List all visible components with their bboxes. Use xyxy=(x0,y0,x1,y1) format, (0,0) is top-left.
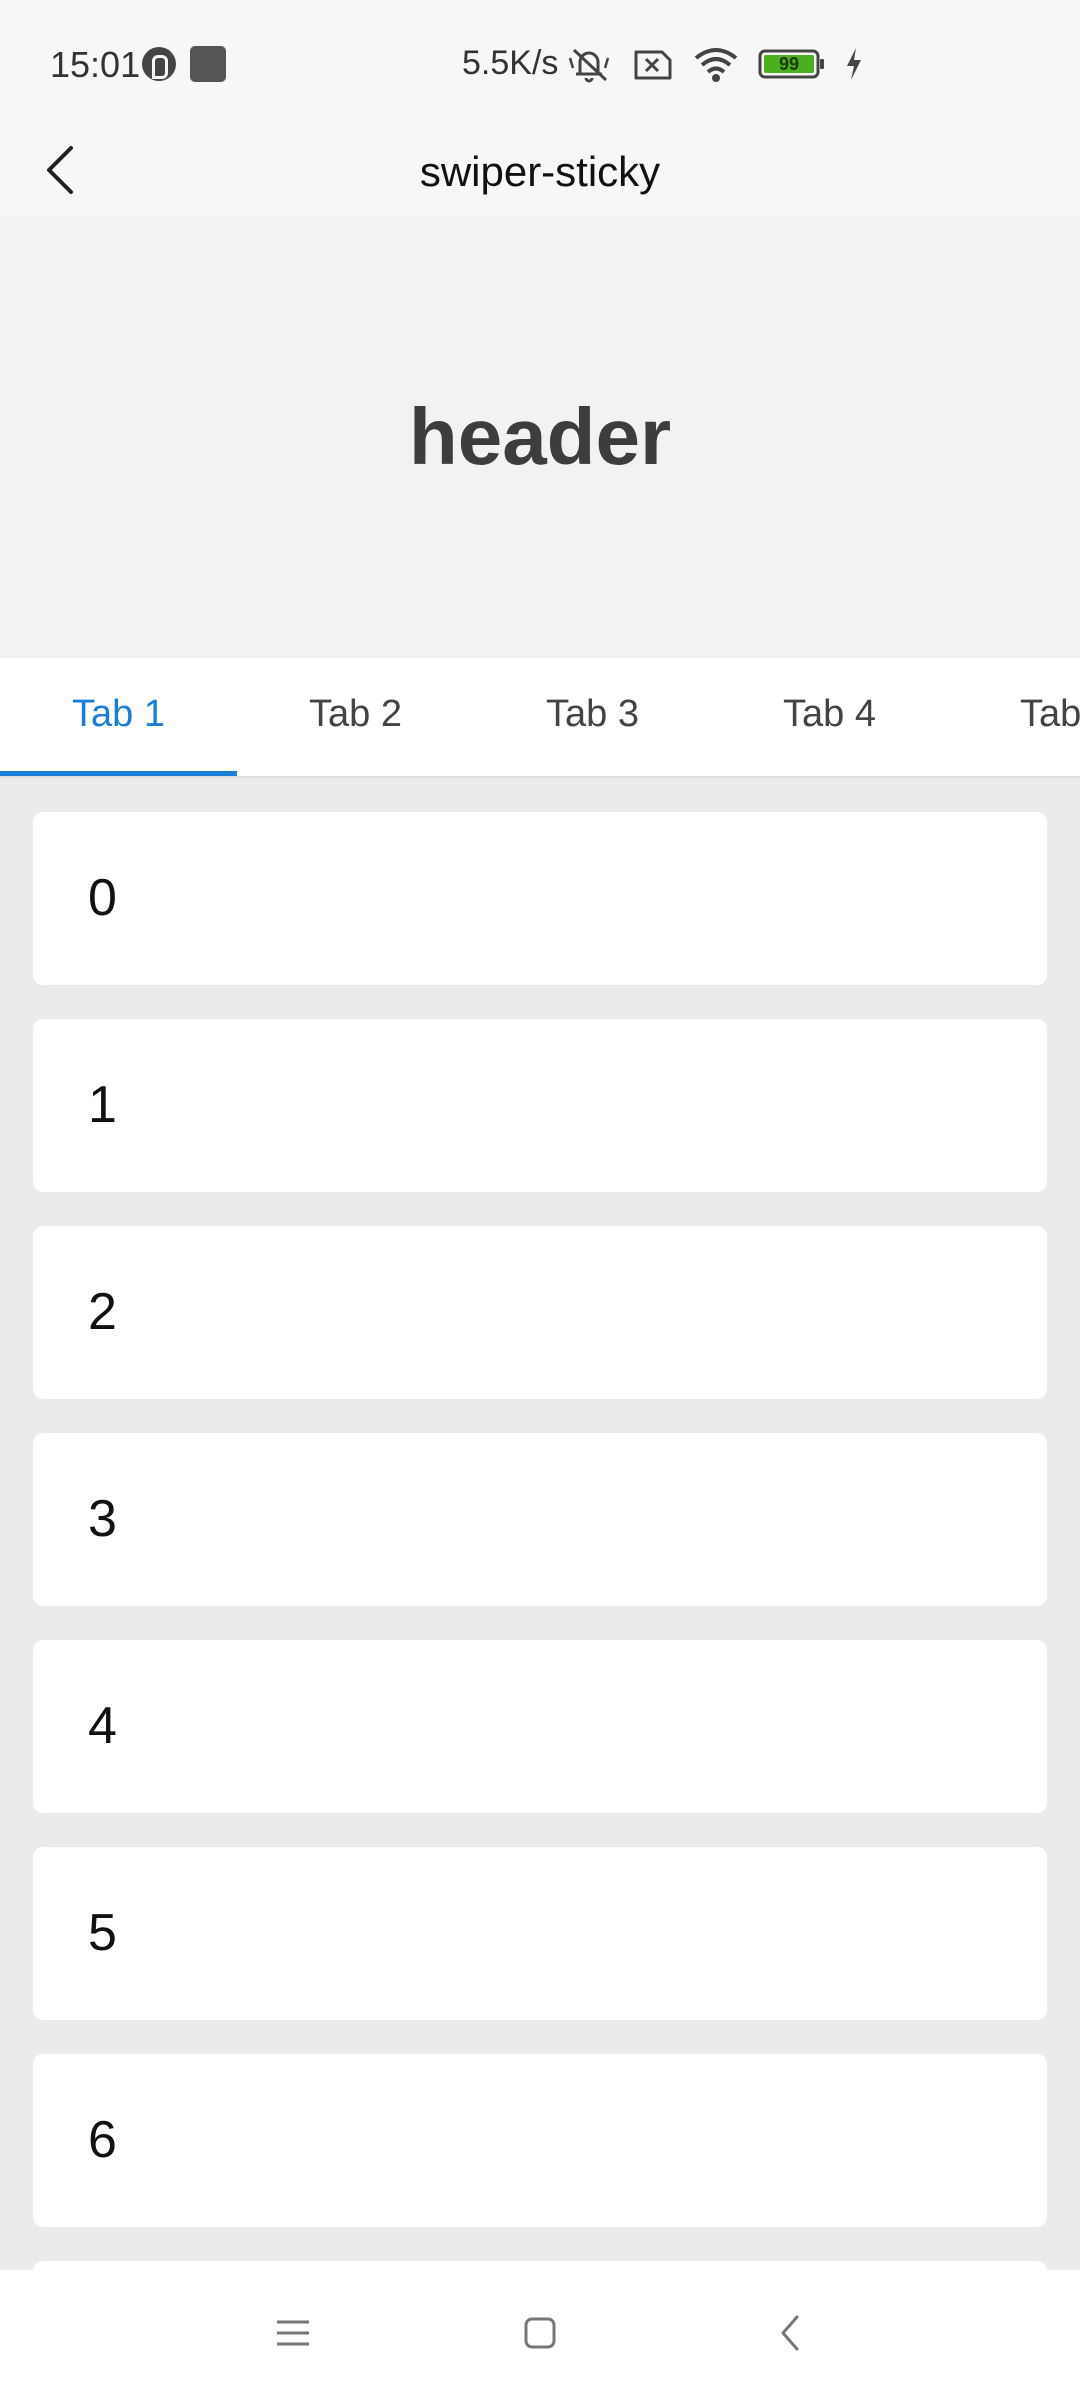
battery-icon: 99 xyxy=(758,48,826,80)
status-icons: 99 xyxy=(566,40,864,88)
mute-bell-icon xyxy=(566,44,612,84)
status-bar: 15:01 5.5K/s 99 xyxy=(0,0,1080,128)
tab-4[interactable]: Tab 4 xyxy=(711,658,948,776)
tab-3[interactable]: Tab 3 xyxy=(474,658,711,776)
nav-back-button[interactable] xyxy=(745,2300,835,2370)
battery-level: 99 xyxy=(778,54,800,74)
tab-1[interactable]: Tab 1 xyxy=(0,658,237,776)
list-item[interactable]: 0 xyxy=(33,812,1047,985)
page-title: swiper-sticky xyxy=(419,148,661,195)
back-icon xyxy=(779,2314,801,2357)
list-item-label: 0 xyxy=(88,869,117,927)
tab-5[interactable]: Tab 5 xyxy=(948,658,1080,776)
charging-bolt-icon xyxy=(844,46,864,82)
list-container[interactable]: 0 1 2 3 4 5 6 7 xyxy=(0,778,1080,2270)
header-text: header xyxy=(408,392,672,481)
status-time: 15:01 xyxy=(50,44,141,85)
home-button[interactable] xyxy=(495,2300,585,2370)
back-button[interactable] xyxy=(30,128,90,216)
list-item-label: 3 xyxy=(88,1490,117,1548)
list-item[interactable]: 5 xyxy=(33,1847,1047,2020)
tab-active-indicator xyxy=(0,771,237,776)
home-icon xyxy=(523,2316,557,2355)
network-speed: 5.5K/s xyxy=(462,44,559,82)
list-item-label: 6 xyxy=(88,2111,117,2169)
list-item[interactable]: 7 xyxy=(33,2261,1047,2270)
list-item[interactable]: 3 xyxy=(33,1433,1047,1606)
tab-2[interactable]: Tab 2 xyxy=(237,658,474,776)
tab-bar: Tab 1 Tab 2 Tab 3 Tab 4 Tab 5 xyxy=(0,658,1080,778)
list-item[interactable]: 1 xyxy=(33,1019,1047,1192)
list-item-label: 4 xyxy=(88,1697,117,1755)
wifi-icon xyxy=(692,44,740,84)
list-item[interactable]: 4 xyxy=(33,1640,1047,1813)
sim-no-service-icon xyxy=(630,44,674,84)
app-bar: swiper-sticky xyxy=(0,128,1080,216)
square-notification-icon xyxy=(190,46,226,82)
back-arrow-icon xyxy=(43,144,77,201)
system-nav-bar xyxy=(0,2270,1080,2400)
recording-icon xyxy=(142,47,176,81)
list-item-label: 2 xyxy=(88,1283,117,1341)
header-section: header xyxy=(0,216,1080,658)
list-item-label: 5 xyxy=(88,1904,117,1962)
menu-icon xyxy=(275,2318,311,2353)
list-item[interactable]: 2 xyxy=(33,1226,1047,1399)
list-item-label: 7 xyxy=(88,2261,117,2270)
list-item[interactable]: 6 xyxy=(33,2054,1047,2227)
list-item-label: 1 xyxy=(88,1076,117,1134)
menu-button[interactable] xyxy=(248,2300,338,2370)
